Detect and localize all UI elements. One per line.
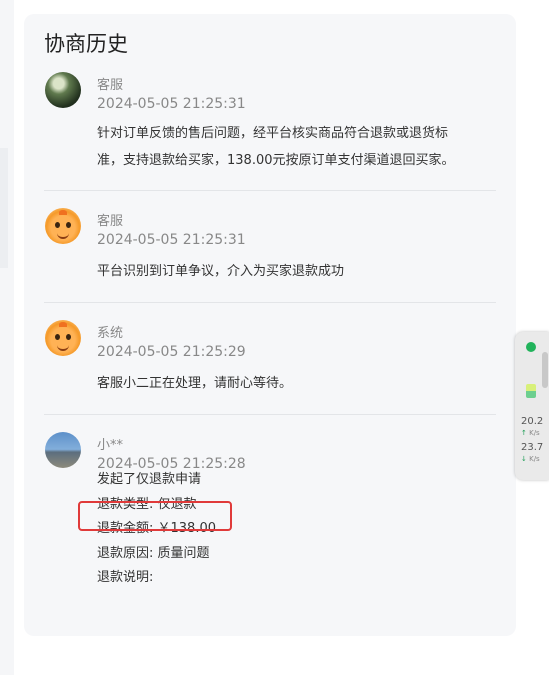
entry-divider xyxy=(44,302,496,303)
message-line: 针对订单反馈的售后问题，经平台核实商品符合退款或退货标 xyxy=(97,126,449,141)
entry-role: 客服 xyxy=(97,214,124,229)
page-title: 协商历史 xyxy=(44,32,128,56)
entry-time: 2024-05-05 21:25:31 xyxy=(97,232,246,248)
download-speed: 23.7 xyxy=(521,442,544,453)
photo-avatar xyxy=(45,72,81,108)
memory-level-icon xyxy=(526,384,536,398)
upload-unit-label: K/s xyxy=(529,429,540,437)
orange-mascot-avatar xyxy=(45,320,81,356)
message-line: 客服小二正在处理，请耐心等待。 xyxy=(97,376,293,391)
download-unit-label: K/s xyxy=(529,455,540,463)
entry-divider xyxy=(44,190,496,191)
entry-divider xyxy=(44,414,496,415)
mascot-mouth-icon xyxy=(57,343,69,351)
negotiation-history-card: 协商历史 客服 2024-05-05 21:25:31 针对订单反馈的售后问题，… xyxy=(24,14,516,636)
upload-unit: ↑ K/s xyxy=(521,429,540,437)
entry-message: 客服小二正在处理，请耐心等待。 xyxy=(97,370,292,397)
entry-role: 系统 xyxy=(97,326,124,341)
mascot-mouth-icon xyxy=(57,231,69,239)
left-edge-notch xyxy=(0,148,8,268)
upload-speed: 20.2 xyxy=(521,416,544,427)
left-page-edge xyxy=(0,0,14,675)
refund-type-highlight-box xyxy=(78,501,232,531)
orange-mascot-avatar xyxy=(45,208,81,244)
entry-message: 平台识别到订单争议，介入为买家退款成功 xyxy=(97,258,344,285)
mascot-eye-icon xyxy=(55,222,60,228)
refund-note-line: 退款说明: xyxy=(97,570,154,585)
mascot-leaf-icon xyxy=(59,210,67,215)
entry-message: 针对订单反馈的售后问题，经平台核实商品符合退款或退货标 准，支持退款给买家，13… xyxy=(97,120,455,174)
mascot-leaf-icon xyxy=(59,322,67,327)
entry-role: 小** xyxy=(97,438,124,453)
refund-reason-line: 退款原因: 质量问题 xyxy=(97,545,210,561)
message-line: 平台识别到订单争议，介入为买家退款成功 xyxy=(97,264,345,279)
mascot-eye-icon xyxy=(66,222,71,228)
mascot-eye-icon xyxy=(66,334,71,340)
download-unit: ↓ K/s xyxy=(521,455,540,463)
mascot-eye-icon xyxy=(55,334,60,340)
upload-arrow-icon: ↑ xyxy=(521,429,527,437)
message-line: 发起了仅退款申请 xyxy=(97,472,202,487)
message-line: 准，支持退款给买家，138.00元按原订单支付渠道退回买家。 xyxy=(97,153,455,168)
entry-time: 2024-05-05 21:25:31 xyxy=(97,96,246,112)
landscape-avatar xyxy=(45,432,81,468)
scrollbar-thumb[interactable] xyxy=(542,352,548,388)
status-dot-icon xyxy=(526,342,536,352)
download-arrow-icon: ↓ xyxy=(521,455,527,463)
entry-time: 2024-05-05 21:25:29 xyxy=(97,344,246,360)
entry-role: 客服 xyxy=(97,78,124,93)
